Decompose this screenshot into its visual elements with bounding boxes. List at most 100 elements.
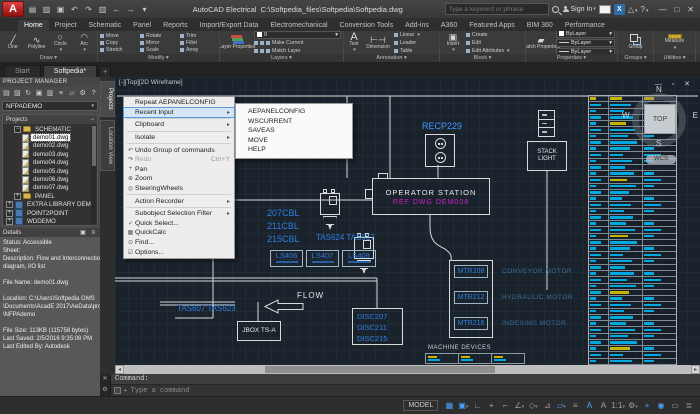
tree-expander[interactable]: +: [6, 201, 13, 208]
color-dropdown[interactable]: ByLayer▾: [556, 31, 615, 38]
submenu-item-saveas[interactable]: SAVEAS: [236, 126, 352, 136]
panel-caption-draw[interactable]: Draw ▾: [0, 54, 97, 62]
isometric-drafting-icon[interactable]: ◇▾: [526, 399, 540, 412]
viewcube[interactable]: TOP N S W E WCS: [624, 87, 698, 171]
exchange-apps-icon[interactable]: X: [614, 4, 625, 15]
viewcube-wcs-menu[interactable]: WCS: [646, 155, 676, 164]
modify-tool-move[interactable]: Move: [100, 32, 137, 39]
tree-item-extra-library-demo[interactable]: +EXTRA LIBRARY DEMO: [3, 201, 97, 209]
panel-caption-layers[interactable]: Layers ▾: [220, 54, 343, 62]
tree-item-panel[interactable]: +PANEL: [3, 192, 97, 200]
tree-item-point2point[interactable]: +POINT2POINT: [3, 209, 97, 217]
polyline-tool-button[interactable]: ∿Polyline: [26, 35, 48, 51]
ribbon-tab-bim-360[interactable]: BIM 360: [521, 20, 559, 31]
tab-location-view[interactable]: Location View: [100, 120, 115, 171]
settings-icon[interactable]: ⚙: [78, 89, 87, 99]
tree-expander[interactable]: +: [14, 193, 21, 200]
circle-tool-button[interactable]: ○Circle▾: [50, 32, 72, 54]
tree-item-demo07-dwg[interactable]: demo07.dwg: [3, 184, 97, 192]
workspace-switching-icon[interactable]: ⚙▾: [626, 399, 640, 412]
horizontal-scrollbar[interactable]: ◂ ▸: [115, 365, 700, 374]
tree-item-demo01-dwg[interactable]: demo01.dwg: [3, 133, 97, 141]
tree-item-demo03-dwg[interactable]: demo03.dwg: [3, 150, 97, 158]
submenu-item-wscurrent[interactable]: WSCURRENT: [236, 117, 352, 127]
tree-item-demo02-dwg[interactable]: demo02.dwg: [3, 142, 97, 150]
help-icon[interactable]: ?▾: [640, 5, 648, 14]
object-snap-tracking-icon[interactable]: ⊿: [540, 399, 554, 412]
submenu-item-aepanelconfig[interactable]: AEPANELCONFIG: [236, 107, 352, 117]
menu-item-isolate[interactable]: Isolate▸: [124, 133, 234, 143]
modify-tool-scale[interactable]: Scale: [140, 46, 177, 53]
modify-tool-stretch[interactable]: Stretch: [100, 46, 137, 53]
panel-caption-properties[interactable]: Properties ▾: [526, 54, 617, 62]
sign-in-button[interactable]: Sign In: [571, 6, 593, 13]
insert-block-button[interactable]: ▣Insert▾: [442, 32, 464, 54]
viewcube-south[interactable]: S: [656, 139, 661, 148]
viewcube-north[interactable]: N: [656, 85, 662, 94]
snap-mode-icon[interactable]: ▣▾: [456, 399, 470, 412]
polar-tracking-icon[interactable]: ∠▾: [512, 399, 526, 412]
menu-item-clipboard[interactable]: Clipboard▸: [124, 120, 234, 130]
panel-caption-annotation[interactable]: Annotation ▾: [344, 54, 439, 62]
back-icon[interactable]: ←: [110, 3, 123, 16]
ribbon-tab-electromechanical[interactable]: Electromechanical: [264, 20, 333, 31]
menu-item-find[interactable]: ⊙ Find...: [124, 238, 234, 248]
menu-item-options[interactable]: ☑ Options...: [124, 247, 234, 257]
dynamic-input-icon[interactable]: ⌖: [484, 399, 498, 412]
tree-item-wddemo[interactable]: +WDDEMO: [3, 217, 97, 225]
menu-item-zoom[interactable]: ⊕ Zoom: [124, 174, 234, 184]
linear-dimension-button[interactable]: Linear▾: [394, 31, 420, 38]
viewcube-east[interactable]: E: [693, 111, 698, 120]
annotation-scale-label[interactable]: 1:1▾: [610, 399, 626, 412]
panel-caption-modify[interactable]: Modify ▾: [98, 54, 219, 62]
menu-item-redo[interactable]: ↷ RedoCtrl+Y: [124, 155, 234, 165]
modify-tool-rotate[interactable]: Rotate: [140, 32, 177, 39]
drawing-viewport[interactable]: [-][Top][2D Wireframe] — ▫ ✕: [115, 77, 700, 374]
command-input[interactable]: ▸ Type a command: [111, 385, 700, 396]
lineweight-icon[interactable]: ≡: [568, 399, 582, 412]
graphics-performance-icon[interactable]: ◉: [654, 399, 668, 412]
text-tool-button[interactable]: AText▾: [346, 32, 362, 54]
file-tab-start[interactable]: Start: [4, 65, 41, 77]
object-snap-icon[interactable]: ▱▾: [554, 399, 568, 412]
modify-tool-array[interactable]: Array: [180, 46, 217, 53]
dimension-tool-button[interactable]: ⊢⊣Dimension: [364, 35, 392, 51]
scrollbar-thumb[interactable]: [265, 366, 495, 373]
ribbon-tab-import-export-data[interactable]: Import/Export Data: [194, 20, 265, 31]
create-block-button[interactable]: Create: [466, 31, 510, 38]
viewcube-west[interactable]: W: [622, 111, 630, 120]
refresh-icon[interactable]: ↻: [24, 89, 33, 99]
menu-item-steeringwheels[interactable]: ◎ SteeringWheels: [124, 184, 234, 194]
collapse-section-icon[interactable]: −: [90, 117, 94, 123]
submenu-item-help[interactable]: HELP: [236, 145, 352, 155]
grid-icon[interactable]: ▦: [442, 399, 456, 412]
tab-projects[interactable]: Projects: [100, 81, 115, 117]
menu-item-subobject-selection-filter[interactable]: Subobject Selection Filter▸: [124, 209, 234, 219]
measure-button[interactable]: Measure▾: [660, 34, 690, 51]
redo-icon[interactable]: ↷: [82, 3, 95, 16]
ribbon-tab-performance[interactable]: Performance: [559, 20, 611, 31]
modify-tool-fillet[interactable]: Fillet: [180, 39, 217, 46]
menu-item-repeat-aepanelconfig[interactable]: Repeat AEPANELCONFIG: [124, 98, 234, 108]
modify-tool-trim[interactable]: Trim: [180, 32, 217, 39]
menu-item-action-recorder[interactable]: Action Recorder▸: [124, 196, 234, 206]
snapshot-icon[interactable]: ▣: [35, 89, 44, 99]
search-input[interactable]: [445, 3, 549, 15]
ribbon-tab-conversion-tools[interactable]: Conversion Tools: [334, 20, 400, 31]
model-space-button[interactable]: MODEL: [403, 400, 438, 411]
open-file-icon[interactable]: ▨: [40, 3, 53, 16]
menu-item-quickcalc[interactable]: ▦ QuickCalc: [124, 228, 234, 238]
ribbon-tab-project[interactable]: Project: [49, 20, 83, 31]
tree-item-demo05-dwg[interactable]: demo05.dwg: [3, 167, 97, 175]
customize-command-icon[interactable]: ⚙: [100, 385, 110, 396]
details-header-icons[interactable]: ▣ ≡: [80, 229, 97, 236]
ribbon-tab-add-ins[interactable]: Add-ins: [399, 20, 435, 31]
menu-item-pan[interactable]: + Pan: [124, 165, 234, 175]
tree-expander[interactable]: +: [6, 210, 13, 217]
project-dropdown[interactable]: NFPADEMO▾: [2, 101, 98, 111]
tree-expander[interactable]: −: [14, 126, 21, 133]
maximize-button[interactable]: □: [674, 5, 679, 14]
publish-icon[interactable]: ▱: [67, 89, 76, 99]
edit-attributes-button[interactable]: Edit Attributes▾: [466, 47, 510, 54]
drawing-list-icon[interactable]: ≡: [56, 89, 65, 99]
